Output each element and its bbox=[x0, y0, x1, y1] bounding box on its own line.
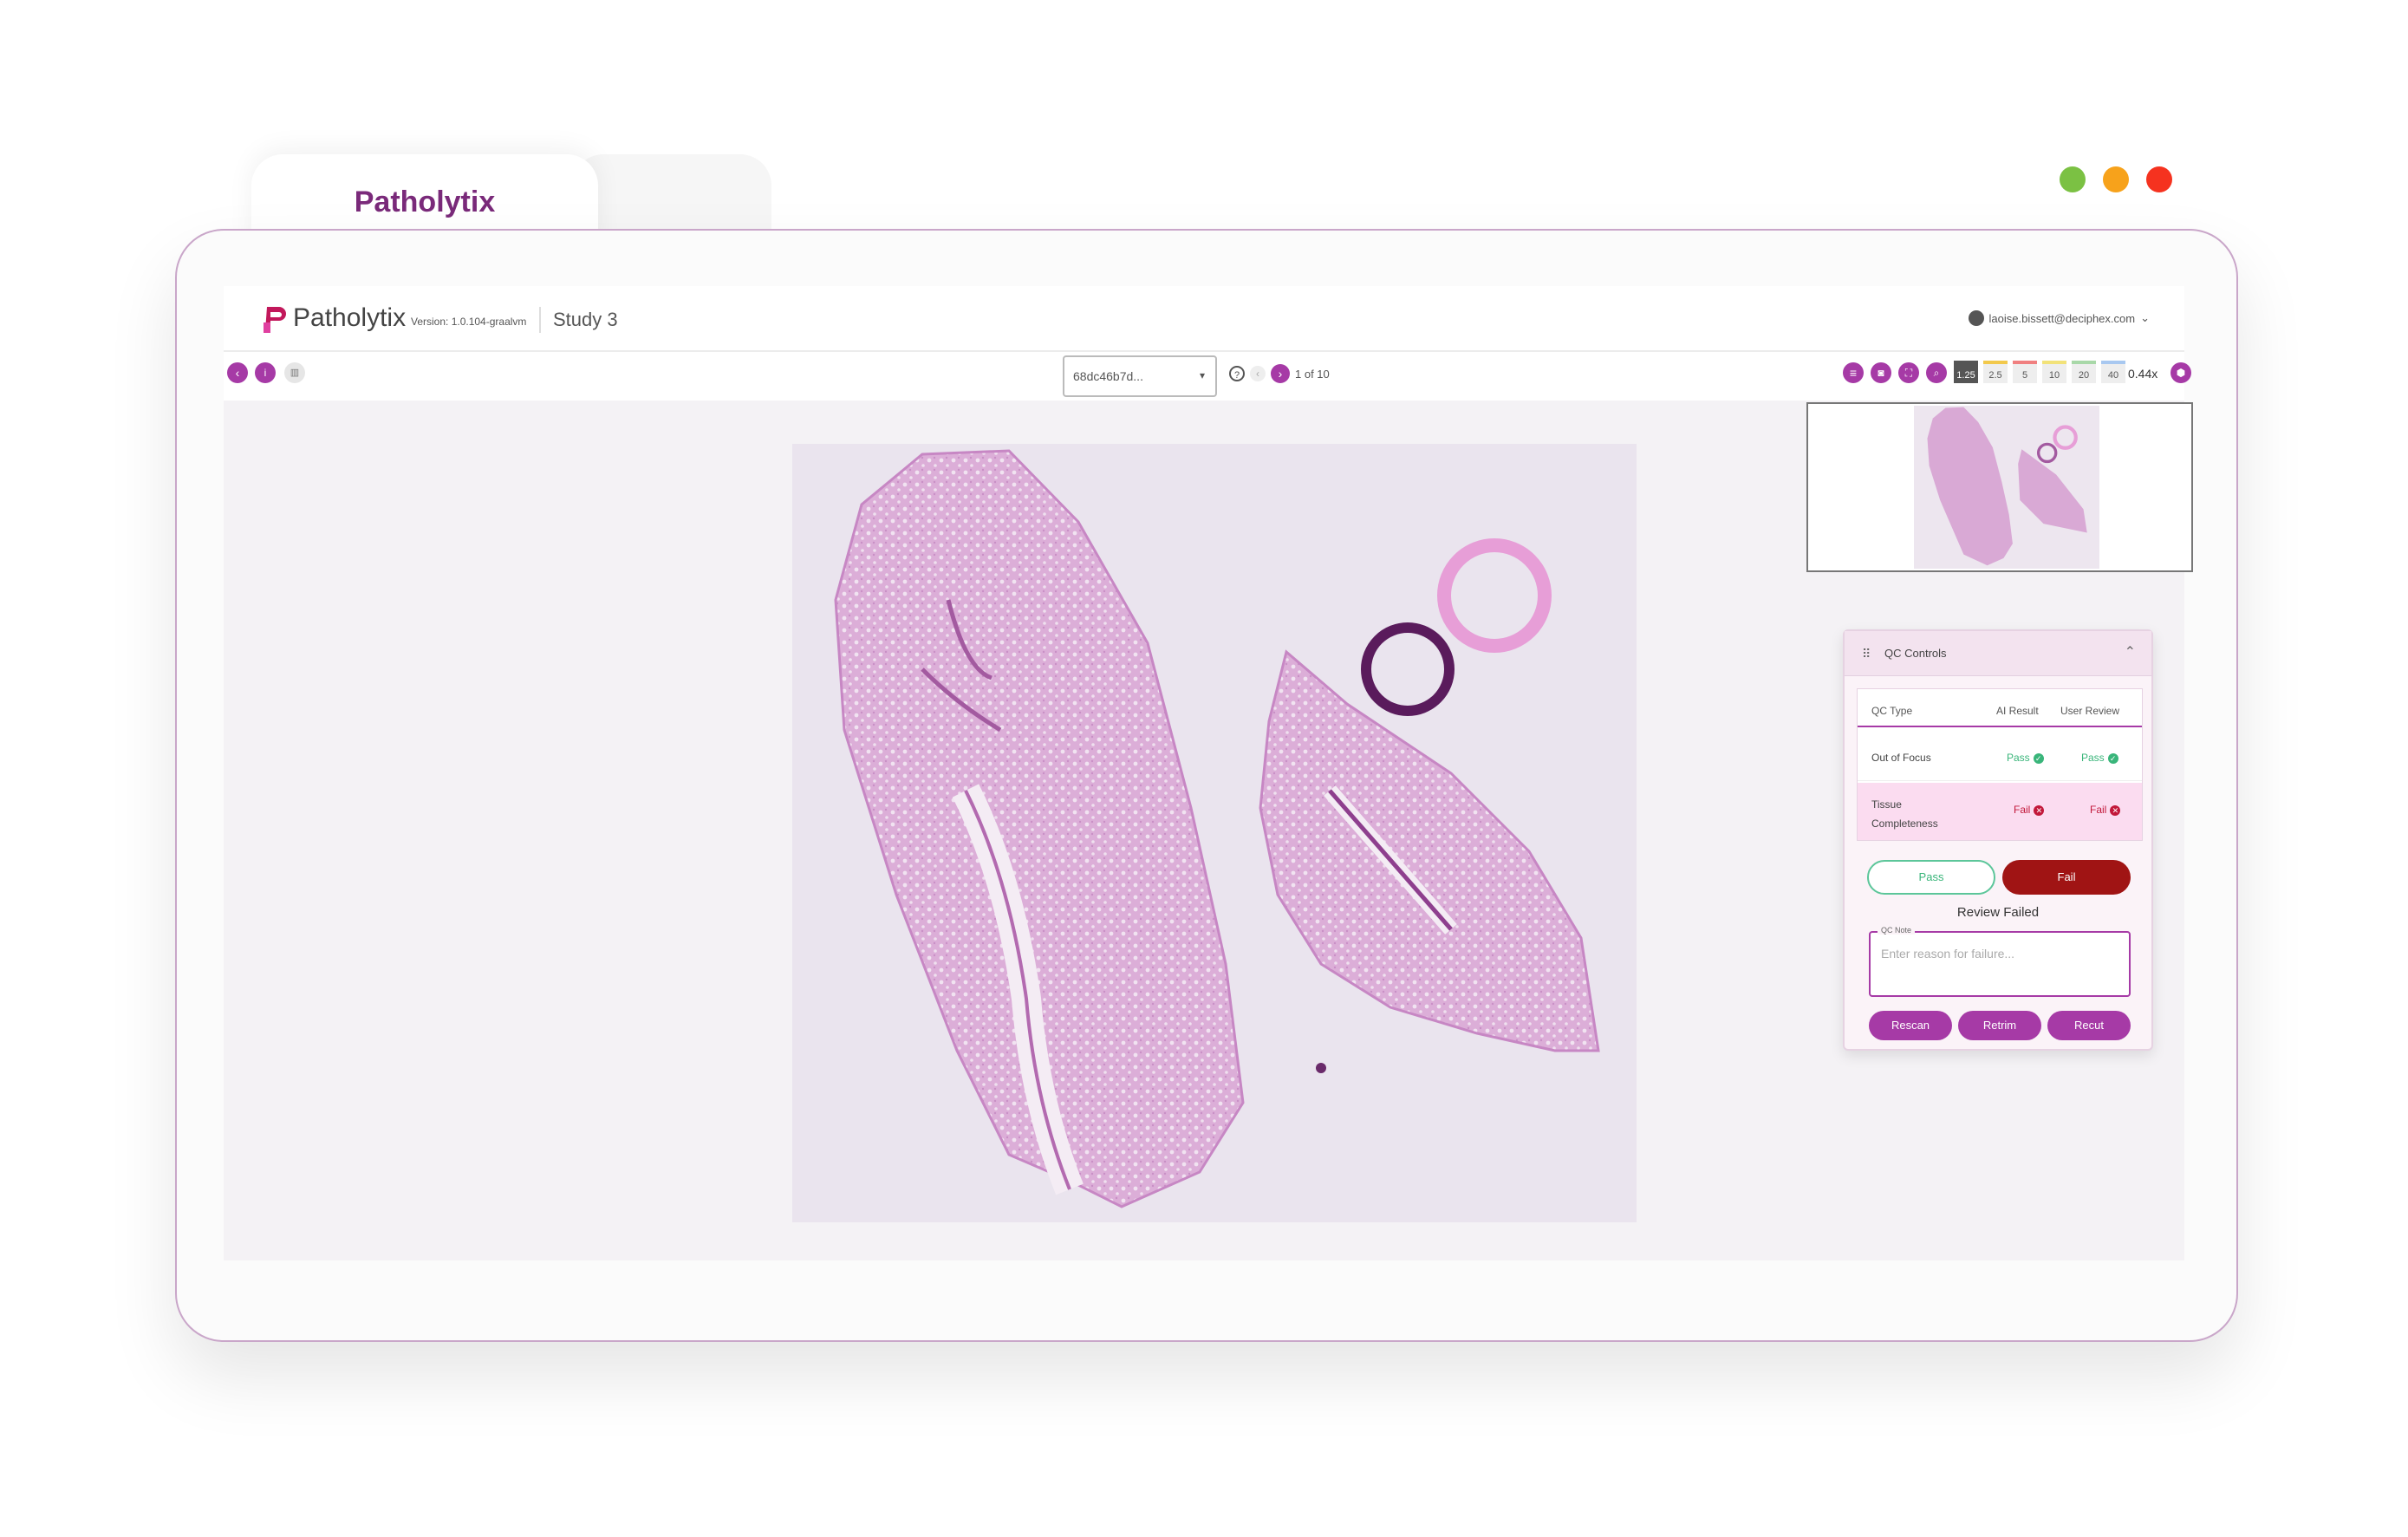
qc-controls-panel: ⠿ QC Controls ⌃ QC Type AI Result User R… bbox=[1843, 629, 2153, 1051]
user-review-cell: Pass ✓ bbox=[2081, 752, 2118, 764]
table-row: Out of Focus Pass ✓ Pass ✓ bbox=[1858, 733, 2142, 781]
study-title: Study 3 bbox=[553, 309, 618, 330]
tab-title: Patholytix bbox=[354, 186, 496, 218]
x-circle-icon: ✕ bbox=[2110, 804, 2121, 816]
ai-result-text: Fail bbox=[2014, 804, 2031, 816]
cube-icon[interactable]: ⬢ bbox=[2170, 362, 2191, 383]
mag-5[interactable]: 5 bbox=[2013, 361, 2037, 383]
mag-2-5[interactable]: 2.5 bbox=[1983, 361, 2008, 383]
slide-select-value: 68dc46b7d... bbox=[1073, 369, 1143, 383]
app: Patholytix Version: 1.0.104-graalvm Stud… bbox=[224, 286, 2193, 1260]
header-underline bbox=[1858, 726, 2142, 727]
mag-40[interactable]: 40 bbox=[2101, 361, 2125, 383]
app-header: Patholytix Version: 1.0.104-graalvm Stud… bbox=[224, 286, 2184, 352]
ai-result-text: Pass bbox=[2007, 752, 2030, 764]
fail-button[interactable]: Fail bbox=[2002, 860, 2131, 895]
mag-20[interactable]: 20 bbox=[2072, 361, 2096, 383]
rescan-button[interactable]: Rescan bbox=[1869, 1011, 1952, 1040]
ai-result-cell: Fail ✕ bbox=[2014, 804, 2045, 816]
x-circle-icon: ✕ bbox=[2034, 804, 2045, 816]
slide-image[interactable] bbox=[792, 444, 1637, 1222]
back-icon[interactable]: ‹ bbox=[227, 362, 248, 383]
zoom-level: 0.44x bbox=[2128, 367, 2158, 381]
logo-text: Patholytix bbox=[293, 303, 407, 332]
user-review-cell: Fail ✕ bbox=[2090, 804, 2121, 816]
header-divider bbox=[539, 307, 541, 333]
qc-type-cell: Tissue Completeness bbox=[1871, 798, 1938, 830]
info-icon[interactable]: i bbox=[255, 362, 276, 383]
viewer-toolbar: ‹ i ▥ 68dc46b7d... ▾ ? ‹ › 1 of 10 ≡ ◙ ⛶… bbox=[224, 352, 2191, 401]
next-slide-icon[interactable]: › bbox=[1271, 364, 1290, 383]
help-icon[interactable]: ? bbox=[1229, 366, 1245, 381]
minimize-dot[interactable] bbox=[2103, 166, 2129, 192]
column-header-qc-type: QC Type bbox=[1871, 705, 1913, 717]
ai-result-cell: Pass ✓ bbox=[2007, 752, 2044, 764]
tissue-illustration bbox=[834, 449, 1600, 1208]
mag-10[interactable]: 10 bbox=[2042, 361, 2066, 383]
minimap-slide bbox=[1914, 406, 2099, 569]
recut-button[interactable]: Recut bbox=[2047, 1011, 2131, 1040]
qc-note-placeholder: Enter reason for failure... bbox=[1881, 947, 2015, 961]
column-header-user-review: User Review bbox=[2060, 705, 2120, 717]
slide-select[interactable]: 68dc46b7d... ▾ bbox=[1063, 355, 1217, 397]
table-row: Tissue Completeness Fail ✕ Fail ✕ bbox=[1858, 783, 2142, 840]
drag-handle-icon[interactable]: ⠿ bbox=[1862, 647, 1871, 661]
settings-sliders-icon[interactable]: ≡ bbox=[1843, 362, 1864, 383]
qc-type-cell: Out of Focus bbox=[1871, 752, 1931, 764]
slide-viewer[interactable]: ⠿ QC Controls ⌃ QC Type AI Result User R… bbox=[224, 401, 2193, 1260]
caret-down-icon: ▾ bbox=[1199, 369, 1205, 381]
window-controls bbox=[2060, 166, 2172, 192]
qc-panel-title: QC Controls bbox=[1884, 647, 1947, 660]
prev-slide-icon[interactable]: ‹ bbox=[1250, 366, 1266, 381]
qc-note-label: QC Note bbox=[1878, 926, 1916, 935]
patholytix-logo-icon bbox=[264, 307, 286, 333]
retrim-button[interactable]: Retrim bbox=[1958, 1011, 2041, 1040]
review-status: Review Failed bbox=[1956, 905, 2040, 920]
version-label: Version: 1.0.104-graalvm bbox=[411, 316, 527, 328]
user-review-text: Fail bbox=[2090, 804, 2107, 816]
user-menu[interactable]: laoise.bissett@deciphex.com ⌄ bbox=[1968, 310, 2150, 326]
check-circle-icon: ✓ bbox=[2033, 752, 2044, 764]
column-header-ai-result: AI Result bbox=[1996, 705, 2039, 717]
close-dot[interactable] bbox=[2146, 166, 2172, 192]
chevron-down-icon: ⌄ bbox=[2140, 311, 2150, 324]
maximize-dot[interactable] bbox=[2060, 166, 2086, 192]
minimap[interactable] bbox=[1806, 402, 2193, 572]
camera-icon[interactable]: ◙ bbox=[1871, 362, 1891, 383]
qc-panel-header[interactable]: ⠿ QC Controls ⌃ bbox=[1845, 631, 2151, 676]
user-email: laoise.bissett@deciphex.com bbox=[1988, 311, 2136, 325]
fullscreen-icon[interactable]: ⛶ bbox=[1898, 362, 1919, 383]
pager-text: 1 of 10 bbox=[1295, 368, 1330, 381]
qc-note-field[interactable]: QC Note Enter reason for failure... bbox=[1869, 926, 2131, 997]
pass-button[interactable]: Pass bbox=[1867, 860, 1995, 895]
minimap-tissue bbox=[1927, 407, 2087, 566]
mag-1-25[interactable]: 1.25 bbox=[1954, 361, 1978, 383]
zoom-search-icon[interactable]: ⌕ bbox=[1926, 362, 1947, 383]
check-circle-icon: ✓ bbox=[2107, 752, 2118, 764]
sidebar-toggle-icon[interactable]: ▥ bbox=[284, 362, 305, 383]
user-review-text: Pass bbox=[2081, 752, 2105, 764]
qc-results-table: QC Type AI Result User Review Out of Foc… bbox=[1857, 688, 2143, 841]
chevron-up-icon[interactable]: ⌃ bbox=[2125, 643, 2136, 661]
user-icon bbox=[1968, 310, 1984, 326]
